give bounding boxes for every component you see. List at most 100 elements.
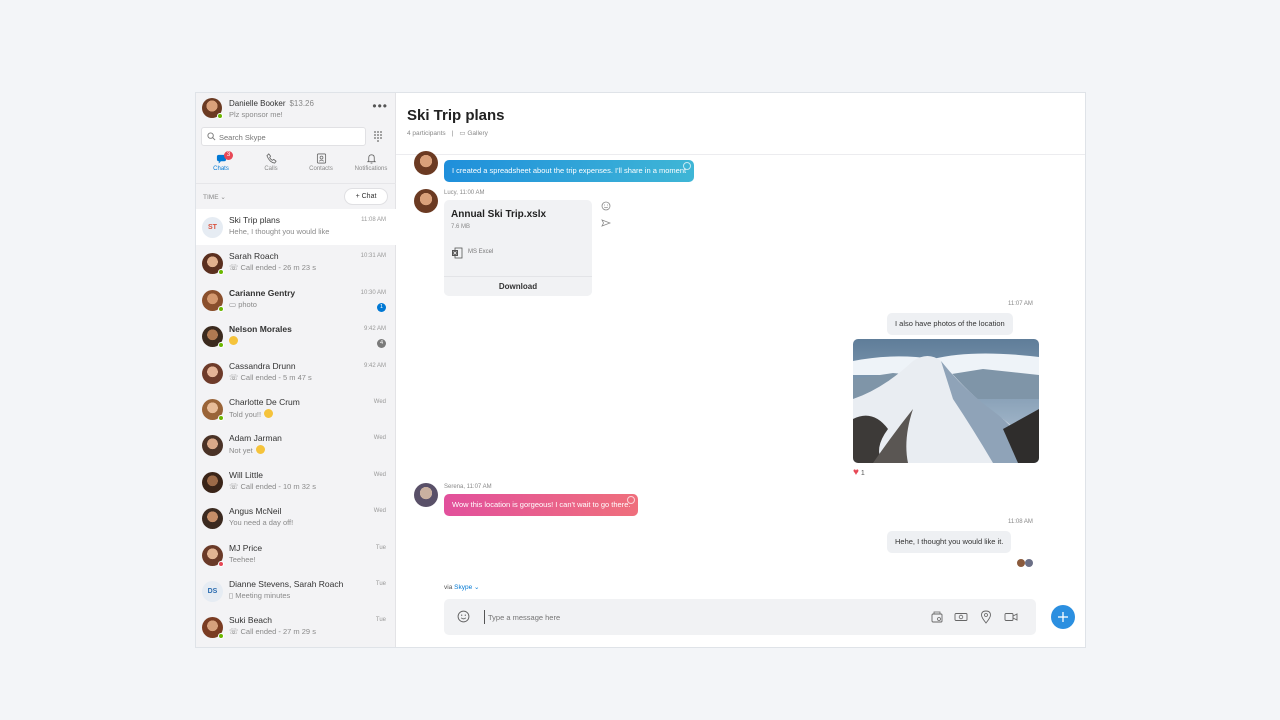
heart-icon: ♥	[853, 467, 859, 478]
chat-item-mj-price[interactable]: MJ Price Teehee! Tue	[196, 537, 396, 573]
message-input[interactable]	[484, 610, 864, 624]
gallery-link[interactable]: Gallery	[467, 130, 488, 137]
chat-preview: ▭ photo	[229, 300, 349, 309]
call-ended-icon: ☏	[229, 627, 239, 637]
unread-chats-badge: 3	[224, 151, 233, 160]
tab-calls-label: Calls	[264, 166, 278, 172]
chat-item-carianne-gentry[interactable]: Carianne Gentry ▭ photo 10:30 AM 1	[196, 282, 396, 318]
location-pin-icon[interactable]	[979, 610, 993, 624]
unread-badge: 1	[377, 302, 386, 312]
chat-item-nelson-morales[interactable]: Nelson Morales 9:42 AM 4	[196, 318, 396, 354]
tab-chats[interactable]: 3 Chats	[196, 151, 246, 179]
gallery-icon: ▭	[459, 130, 466, 137]
conversation-pane: Ski Trip plans 4 participants | ▭ Gallery …	[396, 93, 1085, 647]
chat-time: 10:30 AM	[360, 289, 386, 296]
react-emoji-icon[interactable]	[627, 496, 636, 504]
forward-icon[interactable]	[601, 218, 611, 228]
message-bubble[interactable]: I created a spreadsheet about the trip e…	[444, 160, 695, 182]
shared-photo[interactable]	[853, 339, 1039, 463]
credit-balance[interactable]: $13.26	[289, 99, 313, 108]
media-gallery-icon[interactable]	[930, 610, 944, 624]
via-app: Skype	[454, 584, 473, 591]
file-type: MS Excel	[468, 249, 494, 255]
chat-preview: Hehe, I thought you would like	[229, 227, 330, 236]
avatar	[202, 253, 224, 276]
chat-item-angus-mcneil[interactable]: Angus McNeil You need a day off! Wed	[196, 500, 396, 536]
chat-name: Cassandra Drunn	[229, 360, 296, 371]
message-bubble[interactable]: I also have photos of the location	[887, 313, 1013, 335]
chat-item-cassandra-drunn[interactable]: Cassandra Drunn ☏ Call ended - 5 m 47 s …	[196, 355, 396, 391]
download-button[interactable]: Download	[444, 276, 592, 296]
chat-preview: You need a day off!	[229, 518, 294, 528]
chat-name: Dianne Stevens, Sarah Roach	[229, 578, 344, 589]
chat-time: 10:31 AM	[360, 253, 386, 260]
avatar	[202, 435, 223, 457]
chat-name: Adam Jarman	[229, 433, 282, 444]
chat-name: MJ Price	[229, 542, 263, 553]
tab-calls[interactable]: Calls	[246, 151, 296, 179]
react-emoji-icon[interactable]	[601, 201, 611, 211]
chat-preview: ☏ Call ended - 5 m 47 s	[229, 373, 349, 382]
sender-avatar[interactable]	[414, 483, 438, 507]
emoji-icon[interactable]	[457, 610, 470, 623]
message-text: Wow this location is gorgeous! I can't w…	[452, 500, 631, 509]
sender-avatar[interactable]	[414, 151, 438, 175]
search-box[interactable]	[201, 127, 366, 146]
heart-reaction[interactable]: ♥ 1	[853, 467, 865, 478]
sort-by-dropdown[interactable]: TIME ⌄	[203, 193, 226, 201]
sender-avatar[interactable]	[414, 189, 438, 213]
chat-name: Ski Trip plans	[229, 215, 281, 225]
profile-header[interactable]: Danielle Booker $13.26 Plz sponsor me! ••…	[196, 93, 396, 125]
document-icon: ▯	[229, 590, 234, 600]
more-options-icon[interactable]: •••	[372, 99, 388, 113]
chat-name: Will Little	[229, 469, 264, 480]
file-attachment-card[interactable]: Annual Ski Trip.xslx 7.6 MB MS Excel Dow…	[444, 200, 592, 296]
avatar-initials: DS	[202, 580, 223, 602]
video-message-icon[interactable]	[1004, 610, 1018, 624]
via-skype-selector[interactable]: via Skype ⌄	[444, 583, 479, 591]
emoji-icon	[255, 445, 265, 455]
chat-item-sarah-roach[interactable]: Sarah Roach ☏ Call ended - 26 m 23 s 10:…	[196, 245, 396, 281]
chat-preview: ☏ Call ended - 10 m 32 s	[229, 482, 349, 491]
via-prefix: via	[444, 584, 453, 591]
avatar	[202, 544, 224, 567]
message-bubble[interactable]: Wow this location is gorgeous! I can't w…	[444, 494, 639, 516]
chat-item-dianne-stevens-sarah-roach[interactable]: DS Dianne Stevens, Sarah Roach ▯ Meeting…	[196, 573, 396, 609]
call-ended-icon: ☏	[229, 263, 239, 273]
chat-item-charlotte-de-crum[interactable]: Charlotte De Crum Told you!! Wed	[196, 391, 396, 427]
participants-link[interactable]: 4 participants	[407, 130, 446, 137]
send-money-icon[interactable]	[954, 610, 968, 624]
excel-file-icon	[452, 247, 463, 259]
mood-message[interactable]: Plz sponsor me!	[229, 110, 283, 119]
more-content-button[interactable]	[1051, 605, 1075, 629]
chat-item-will-little[interactable]: Will Little ☏ Call ended - 10 m 32 s Wed	[196, 464, 396, 500]
chat-item-ski-trip-plans[interactable]: ST Ski Trip plans Hehe, I thought you wo…	[196, 209, 396, 246]
call-ended-icon: ☏	[229, 372, 239, 382]
profile-avatar[interactable]	[202, 98, 223, 119]
chat-time: Tue	[375, 617, 386, 624]
chat-preview-text: Not yet	[229, 446, 253, 456]
chat-preview: ▯ Meeting minutes	[229, 591, 349, 600]
avatar	[202, 508, 223, 530]
dialpad-icon[interactable]	[372, 130, 384, 142]
tab-notifications[interactable]: Notifications	[346, 151, 396, 179]
reaction-count: 1	[860, 470, 865, 477]
react-emoji-icon[interactable]	[683, 162, 692, 170]
chat-name: Sarah Roach	[229, 251, 279, 262]
chat-item-adam-jarman[interactable]: Adam Jarman Not yet Wed	[196, 427, 396, 463]
search-input[interactable]	[219, 130, 359, 144]
chat-item-suki-beach[interactable]: Suki Beach ☏ Call ended - 27 m 29 s Tue	[196, 609, 396, 645]
conversation-title[interactable]: Ski Trip plans	[407, 107, 505, 124]
presence-online-indicator	[218, 305, 224, 312]
emoji-icon	[229, 336, 238, 346]
message-time: 11:08 AM	[1008, 519, 1033, 525]
tab-contacts[interactable]: Contacts	[296, 151, 346, 179]
new-chat-button[interactable]: + Chat	[344, 188, 388, 205]
tab-notifications-label: Notifications	[354, 166, 388, 172]
file-size: 7.6 MB	[451, 224, 471, 230]
conversation-subtitle: 4 participants | ▭ Gallery	[407, 129, 488, 137]
avatar	[202, 398, 224, 421]
chat-time: Wed	[373, 435, 386, 442]
chat-name: Nelson Morales	[229, 324, 292, 335]
message-bubble[interactable]: Hehe, I thought you would like it.	[887, 531, 1012, 553]
